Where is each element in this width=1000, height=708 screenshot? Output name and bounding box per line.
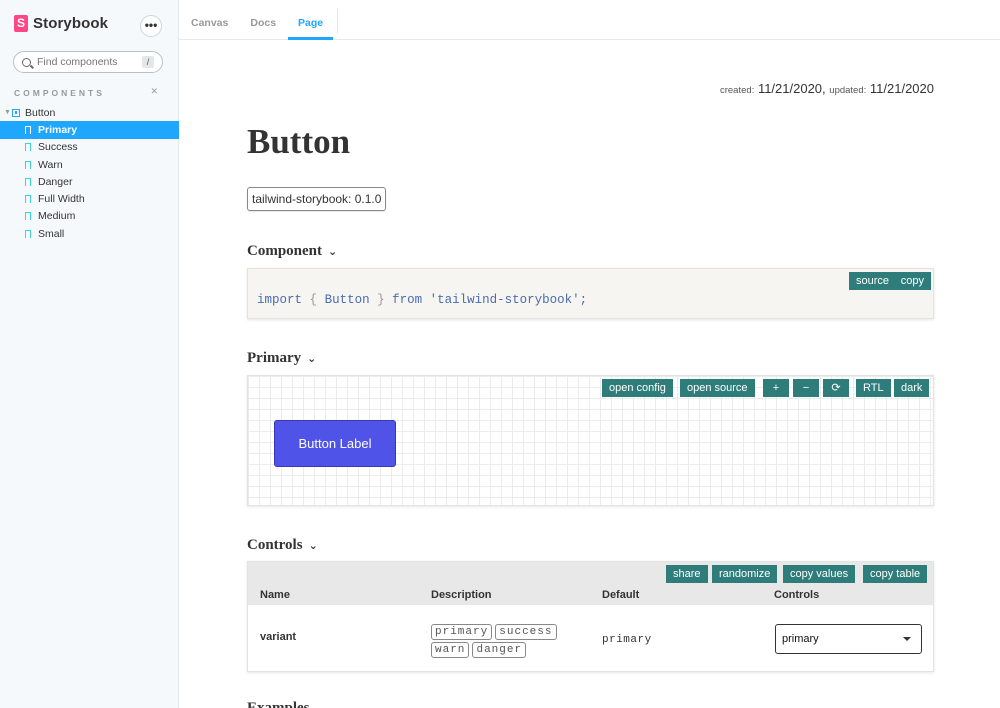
app-name[interactable]: Storybook [33, 15, 108, 32]
code-brace: { [309, 293, 318, 307]
zoom-out-icon[interactable]: − [793, 379, 819, 397]
tab-docs[interactable]: Docs [240, 0, 286, 40]
chevron-down-icon: ⌄ [307, 352, 317, 365]
option-pill: success [495, 624, 557, 640]
dropdown-arrow-icon [903, 637, 911, 641]
source-button[interactable]: source [848, 272, 896, 290]
updated-date: 11/21/2020 [869, 81, 934, 96]
tree-component-button[interactable]: ▼ Button [0, 104, 179, 121]
story-label: Medium [38, 210, 76, 223]
sidebar: S Storybook ••• / COMPONENTS ✕ ▼ Button … [0, 0, 179, 708]
column-header-controls: Controls [774, 589, 820, 601]
component-icon [12, 108, 20, 117]
column-header-description: Description [431, 589, 492, 601]
section-heading-text: Primary [247, 350, 302, 366]
bookmark-icon [25, 195, 31, 204]
rtl-button[interactable]: RTL [856, 379, 891, 397]
code-brace: } [377, 293, 385, 307]
story-label: Full Width [38, 193, 85, 206]
page-dates: created: 11/21/2020, updated: 11/21/2020 [720, 81, 934, 96]
code-string: 'tailwind-storybook'; [429, 293, 588, 307]
search-input[interactable] [37, 56, 137, 68]
sidebar-story-warn[interactable]: Warn [0, 156, 179, 173]
controls-section-heading[interactable]: Controls ⌄ [247, 537, 318, 554]
version-badge: tailwind-storybook: 0.1.0 [247, 187, 387, 211]
component-code-block: source copy import { Button } from 'tail… [247, 268, 934, 319]
bookmark-icon [25, 229, 31, 238]
created-label: created: [719, 85, 755, 96]
column-header-default: Default [602, 589, 640, 601]
bookmark-icon [25, 160, 31, 169]
main-panel: Canvas Docs Page created: 11/21/2020, up… [179, 0, 1000, 708]
bookmark-icon [25, 177, 31, 186]
bookmark-icon [25, 125, 31, 134]
expand-caret-icon: ▼ [4, 109, 11, 117]
story-label: Small [38, 227, 65, 240]
chevron-down-icon: ⌄ [328, 245, 338, 258]
option-pill: danger [472, 642, 527, 658]
search-box[interactable]: / [13, 51, 163, 73]
sidebar-story-small[interactable]: Small [0, 225, 179, 242]
column-header-name: Name [260, 589, 290, 601]
prop-default: primary [602, 634, 652, 646]
sidebar-story-success[interactable]: Success [0, 139, 179, 156]
sidebar-story-danger[interactable]: Danger [0, 173, 179, 190]
page-title: Button [247, 122, 351, 161]
select-value: primary [782, 633, 819, 645]
story-label: Danger [38, 175, 73, 188]
components-section-title: COMPONENTS [14, 88, 105, 98]
search-icon [22, 57, 31, 67]
sidebar-story-primary[interactable]: Primary [0, 121, 179, 139]
tab-divider [337, 8, 339, 34]
bookmark-icon [25, 212, 31, 221]
code-identifier: Button [324, 293, 370, 307]
storybook-logo-icon[interactable]: S [14, 14, 28, 32]
copy-values-button[interactable]: copy values [783, 565, 856, 583]
controls-table: share randomize copy values copy table N… [247, 561, 934, 672]
code-keyword: from [392, 293, 423, 307]
primary-section-heading[interactable]: Primary ⌄ [247, 350, 316, 367]
story-label: Warn [38, 158, 63, 171]
bookmark-icon [25, 143, 31, 152]
code-keyword: import [257, 293, 303, 307]
reset-zoom-icon[interactable]: ⟳ [823, 379, 849, 397]
demo-primary-button[interactable]: Button Label [274, 420, 396, 467]
open-source-button[interactable]: open source [680, 379, 755, 397]
randomize-button[interactable]: randomize [712, 565, 778, 583]
prop-description: primary success warn danger [431, 623, 571, 659]
tab-bar: Canvas Docs Page [179, 0, 1000, 40]
chevron-down-icon: ⌄ [308, 539, 318, 552]
collapse-all-icon[interactable]: ✕ [150, 86, 158, 97]
option-pill: primary [431, 624, 493, 640]
option-pill: warn [431, 642, 470, 658]
story-label: Primary [38, 123, 78, 136]
share-button[interactable]: share [666, 565, 708, 583]
section-heading-text: Controls [247, 537, 303, 553]
open-config-button[interactable]: open config [602, 379, 673, 397]
menu-button[interactable]: ••• [140, 15, 162, 37]
updated-label: updated: [829, 85, 867, 96]
section-heading-text: Component [247, 243, 323, 259]
component-tree: ▼ Button Primary Success Warn Danger Ful… [0, 104, 179, 242]
search-shortcut-badge: / [142, 56, 154, 68]
import-code: import { Button } from 'tailwind-storybo… [257, 293, 587, 307]
prop-name: variant [260, 631, 297, 643]
story-label: Success [38, 141, 78, 154]
created-date: 11/21/2020, [757, 81, 826, 96]
sidebar-story-medium[interactable]: Medium [0, 208, 179, 225]
next-section-heading: Examples [247, 700, 310, 708]
controls-table-header: share randomize copy values copy table N… [248, 562, 933, 605]
zoom-in-icon[interactable]: + [763, 379, 789, 397]
tab-page[interactable]: Page [288, 0, 334, 40]
story-canvas: open config open source + − ⟳ RTL dark B… [247, 375, 934, 506]
dark-mode-button[interactable]: dark [894, 379, 930, 397]
component-section-heading[interactable]: Component ⌄ [247, 243, 337, 260]
variant-select[interactable]: primary [775, 624, 922, 654]
tree-component-label: Button [25, 106, 56, 119]
copy-table-button[interactable]: copy table [863, 565, 928, 583]
sidebar-story-full-width[interactable]: Full Width [0, 190, 179, 207]
tab-canvas[interactable]: Canvas [181, 0, 238, 40]
copy-button[interactable]: copy [893, 272, 931, 290]
